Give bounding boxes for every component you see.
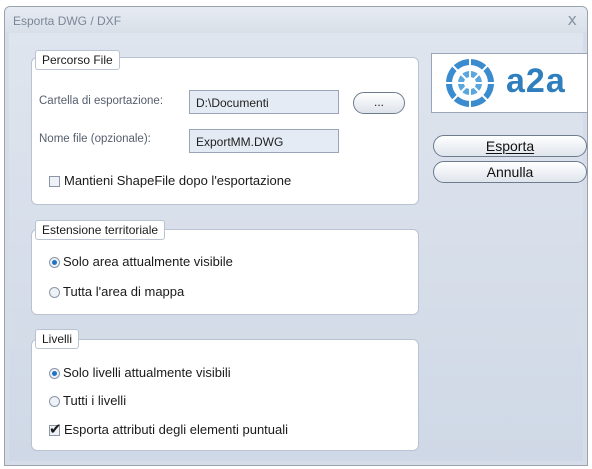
window-title: Esporta DWG / DXF <box>13 14 122 28</box>
export-button-label: Esporta <box>485 138 535 154</box>
file-path-legend: Percorso File <box>35 50 120 70</box>
export-attributes-checkbox[interactable]: ✔ Esporta attributi degli elementi puntua… <box>49 420 289 438</box>
radio-button[interactable] <box>49 287 60 298</box>
radio-whole-map[interactable]: Tutta l'area di mappa <box>49 284 184 299</box>
title-bar[interactable]: Esporta DWG / DXF x <box>5 7 587 33</box>
radio-whole-map-label: Tutta l'area di mappa <box>63 284 185 299</box>
a2a-logo: a2a <box>431 53 587 113</box>
radio-visible-area-label: Solo area attualmente visibile <box>63 254 233 269</box>
checkbox-box-checked[interactable]: ✔ <box>49 420 62 438</box>
radio-visible-levels[interactable]: Solo livelli attualmente visibili <box>49 365 231 380</box>
dialog-body: Percorso File Cartella di esportazione: … <box>9 33 587 461</box>
browse-button[interactable]: ... <box>353 92 405 114</box>
territory-group <box>31 229 419 315</box>
close-icon[interactable]: x <box>568 10 577 29</box>
export-attributes-label: Esporta attributi degli elementi puntual… <box>64 422 289 437</box>
export-button[interactable]: Esporta <box>433 135 587 157</box>
checkbox-box[interactable] <box>49 176 60 187</box>
radio-all-levels-label: Tutti i livelli <box>63 393 127 408</box>
radio-button-selected[interactable] <box>49 368 60 379</box>
territory-legend: Estensione territoriale <box>35 220 166 240</box>
filename-label: Nome file (opzionale): <box>39 133 151 145</box>
folder-input[interactable]: D:\Documenti <box>189 90 339 114</box>
radio-button[interactable] <box>49 396 60 407</box>
radio-visible-area[interactable]: Solo area attualmente visibile <box>49 254 233 269</box>
levels-legend: Livelli <box>35 329 80 349</box>
logo-text: a2a <box>506 62 566 100</box>
keep-shapefile-label: Mantieni ShapeFile dopo l'esportazione <box>64 173 292 188</box>
filename-input[interactable]: ExportMM.DWG <box>189 129 339 153</box>
keep-shapefile-checkbox[interactable]: Mantieni ShapeFile dopo l'esportazione <box>49 173 291 188</box>
export-dialog: Esporta DWG / DXF x Percorso File Cartel… <box>4 6 588 466</box>
checkmark-icon: ✔ <box>49 420 62 438</box>
cancel-button[interactable]: Annulla <box>433 161 587 183</box>
radio-button-selected[interactable] <box>49 257 60 268</box>
sphere-logo-icon <box>445 58 495 108</box>
cancel-button-label: Annulla <box>486 164 534 180</box>
radio-visible-levels-label: Solo livelli attualmente visibili <box>63 365 231 380</box>
folder-label: Cartella di esportazione: <box>39 95 164 107</box>
radio-all-levels[interactable]: Tutti i livelli <box>49 393 126 408</box>
